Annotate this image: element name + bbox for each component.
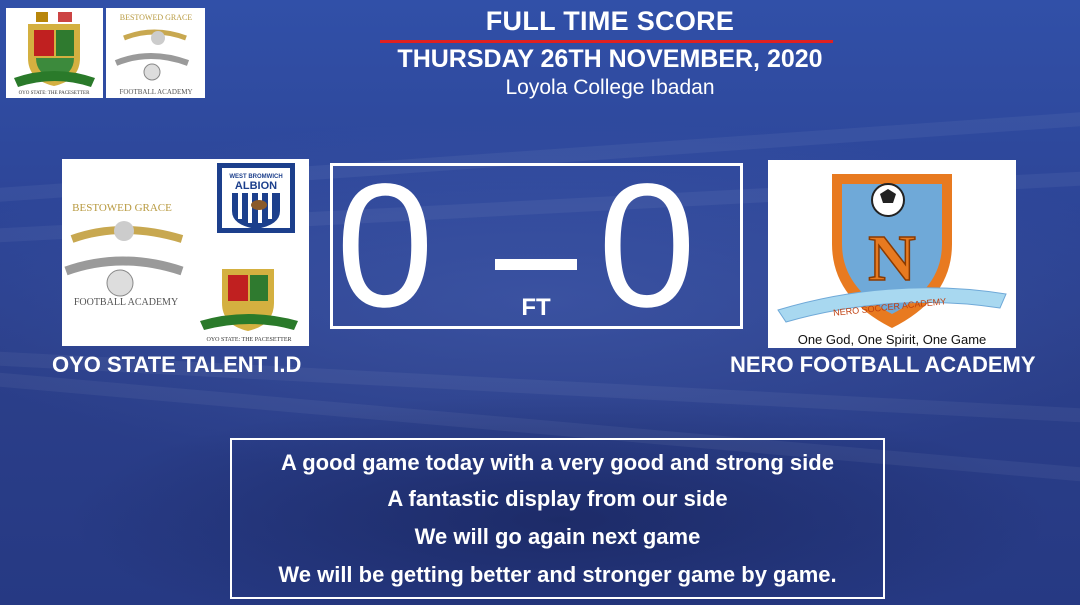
home-logos-icon: BESTOWED GRACE FOOTBALL ACADEMY WEST BRO… xyxy=(64,163,298,343)
away-team-name: NERO FOOTBALL ACADEMY xyxy=(730,352,1036,377)
bestowed-grace-icon: BESTOWED GRACE FOOTBALL ACADEMY xyxy=(114,13,193,96)
match-status: FT xyxy=(521,294,551,321)
away-team-logo-panel: N NERO SOCCER ACADEMY One God, One Spiri… xyxy=(768,160,1016,348)
bestowed-grace-name: BESTOWED GRACE xyxy=(120,13,193,22)
albion-name-text: ALBION xyxy=(235,180,277,192)
bestowed-grace-logo: BESTOWED GRACE FOOTBALL ACADEMY xyxy=(106,8,205,98)
message-line: We will go again next game xyxy=(414,524,701,549)
page-title: FULL TIME SCORE xyxy=(485,6,735,36)
oyo-state-crest-logo: OYO STATE: THE PACESETTER xyxy=(6,8,103,98)
home-score: 0 xyxy=(336,148,434,344)
message-box: A good game today with a very good and s… xyxy=(230,438,885,599)
home-bestowed-sub: FOOTBALL ACADEMY xyxy=(74,297,178,308)
message-line: A fantastic display from our side xyxy=(387,486,728,511)
nero-motto-text: One God, One Spirit, One Game xyxy=(798,332,987,347)
away-score: 0 xyxy=(598,148,696,344)
home-team-name: OYO STATE TALENT I.D xyxy=(52,352,302,377)
home-bestowed-name: BESTOWED GRACE xyxy=(72,202,172,214)
home-team-logo-panel: BESTOWED GRACE FOOTBALL ACADEMY WEST BRO… xyxy=(62,159,309,346)
message-line: A good game today with a very good and s… xyxy=(281,450,834,475)
bestowed-grace-sub: FOOTBALL ACADEMY xyxy=(119,88,192,96)
home-oyo-motto: OYO STATE: THE PACESETTER xyxy=(206,337,291,343)
title-divider xyxy=(380,40,833,43)
oyo-motto: OYO STATE: THE PACESETTER xyxy=(19,91,91,96)
match-date: THURSDAY 26TH NOVEMBER, 2020 xyxy=(397,45,823,73)
message-line: We will be getting better and stronger g… xyxy=(278,562,837,587)
crest-icon: OYO STATE: THE PACESETTER xyxy=(14,12,95,96)
nero-academy-icon: N NERO SOCCER ACADEMY One God, One Spiri… xyxy=(777,174,1007,347)
svg-text:N: N xyxy=(868,222,916,295)
score-separator xyxy=(495,259,577,270)
match-venue: Loyola College Ibadan xyxy=(505,76,715,99)
match-result-graphic: OYO STATE: THE PACESETTER BESTOWED GRACE… xyxy=(0,0,1080,605)
